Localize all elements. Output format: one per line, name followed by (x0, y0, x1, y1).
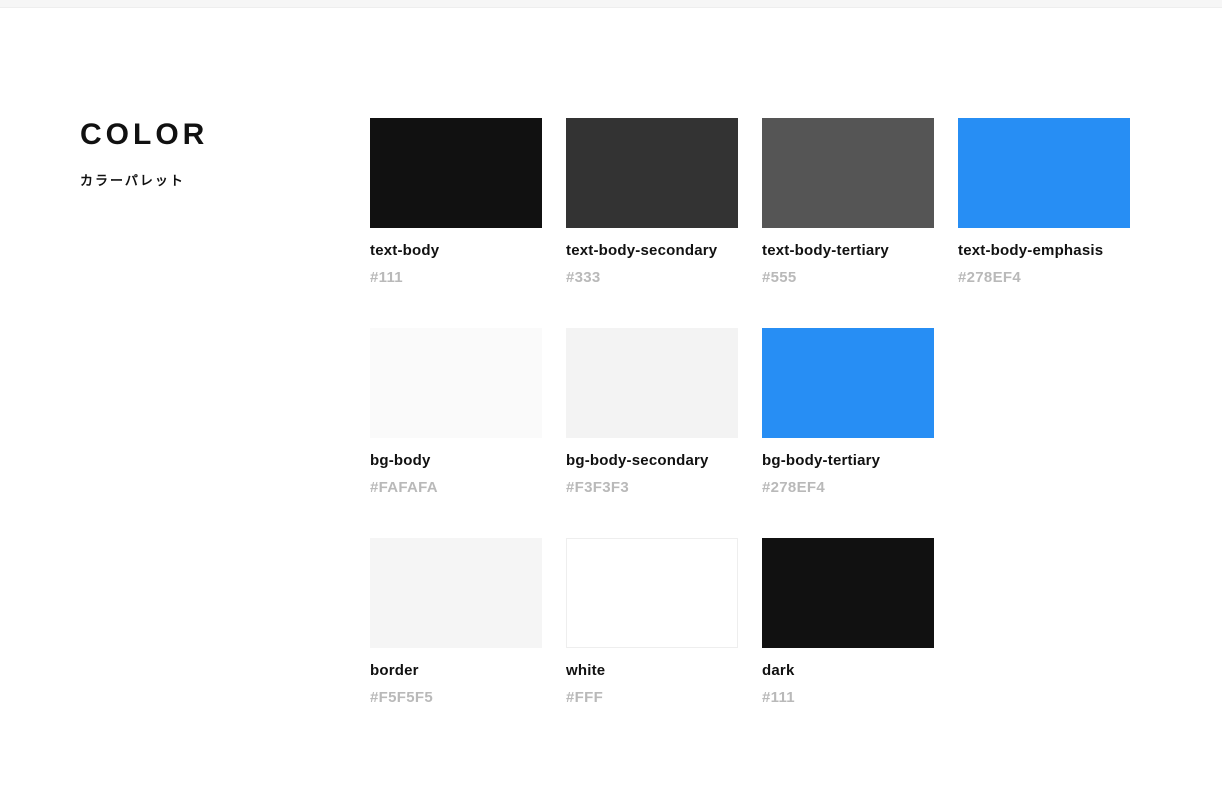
swatch-hex: #FAFAFA (370, 479, 542, 496)
swatch-bg-body-secondary: bg-body-secondary #F3F3F3 (566, 328, 738, 496)
swatch-hex: #278EF4 (958, 269, 1130, 286)
palette-grid: text-body #111 text-body-secondary #333 … (370, 118, 1130, 706)
main-container: COLOR カラーパレット text-body #111 text-body-s… (0, 8, 1222, 766)
swatch-box (762, 538, 934, 648)
swatch-dark: dark #111 (762, 538, 934, 706)
swatch-bg-body: bg-body #FAFAFA (370, 328, 542, 496)
swatch-text-body-tertiary: text-body-tertiary #555 (762, 118, 934, 286)
swatch-name: white (566, 662, 738, 679)
top-bar (0, 0, 1222, 8)
swatch-box (958, 118, 1130, 228)
swatch-bg-body-tertiary: bg-body-tertiary #278EF4 (762, 328, 934, 496)
swatch-box (370, 118, 542, 228)
swatch-name: border (370, 662, 542, 679)
sidebar: COLOR カラーパレット (80, 118, 370, 706)
swatch-name: text-body (370, 242, 542, 259)
swatch-box (566, 118, 738, 228)
swatch-name: text-body-emphasis (958, 242, 1130, 259)
swatch-hex: #F3F3F3 (566, 479, 738, 496)
swatch-name: bg-body-tertiary (762, 452, 934, 469)
swatch-white: white #FFF (566, 538, 738, 706)
swatch-box (370, 328, 542, 438)
swatch-hex: #FFF (566, 689, 738, 706)
swatch-box (370, 538, 542, 648)
swatch-hex: #555 (762, 269, 934, 286)
swatch-hex: #333 (566, 269, 738, 286)
section-title: COLOR (80, 118, 370, 152)
swatch-hex: #111 (370, 269, 542, 286)
swatch-box (762, 328, 934, 438)
swatch-box (566, 328, 738, 438)
swatch-text-body-emphasis: text-body-emphasis #278EF4 (958, 118, 1130, 286)
swatch-box (762, 118, 934, 228)
swatch-border: border #F5F5F5 (370, 538, 542, 706)
swatch-name: text-body-secondary (566, 242, 738, 259)
swatch-name: bg-body (370, 452, 542, 469)
swatch-box (566, 538, 738, 648)
section-subtitle: カラーパレット (80, 170, 370, 189)
swatch-text-body: text-body #111 (370, 118, 542, 286)
swatch-text-body-secondary: text-body-secondary #333 (566, 118, 738, 286)
swatch-name: dark (762, 662, 934, 679)
swatch-name: bg-body-secondary (566, 452, 738, 469)
swatch-hex: #278EF4 (762, 479, 934, 496)
swatch-hex: #111 (762, 689, 934, 706)
swatch-hex: #F5F5F5 (370, 689, 542, 706)
swatch-name: text-body-tertiary (762, 242, 934, 259)
